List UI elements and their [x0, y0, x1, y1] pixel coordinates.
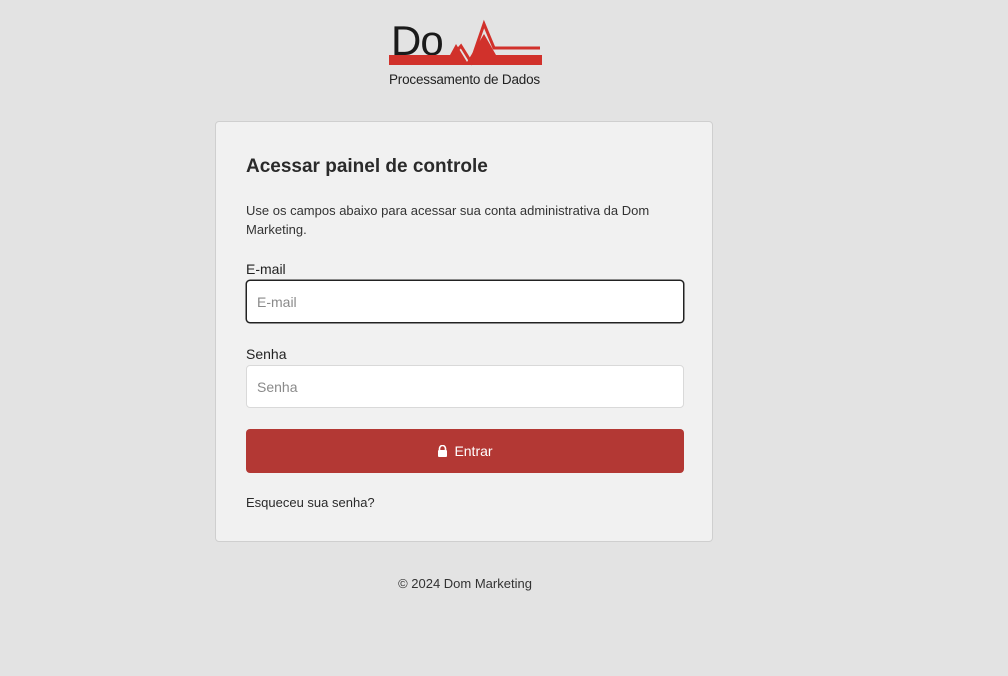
footer-copyright: © 2024 Dom Marketing [398, 576, 532, 591]
card-title: Acessar painel de controle [246, 156, 488, 177]
password-label: Senha [246, 346, 287, 362]
password-field[interactable] [246, 365, 684, 408]
logo-mark-area: Do [389, 17, 544, 70]
login-button[interactable]: Entrar [246, 429, 684, 473]
email-field[interactable] [246, 280, 684, 323]
login-button-label: Entrar [454, 443, 493, 459]
brand-logo: Do Processamento de Dados [389, 17, 544, 90]
email-label: E-mail [246, 261, 286, 277]
forgot-password-link[interactable]: Esqueceu sua senha? [246, 495, 375, 510]
logo-chart-icon [389, 19, 542, 66]
lock-icon [438, 445, 448, 457]
login-card: Acessar painel de controle Use os campos… [215, 121, 713, 542]
logo-subtitle: Processamento de Dados [389, 72, 540, 87]
card-description: Use os campos abaixo para acessar sua co… [246, 203, 650, 237]
